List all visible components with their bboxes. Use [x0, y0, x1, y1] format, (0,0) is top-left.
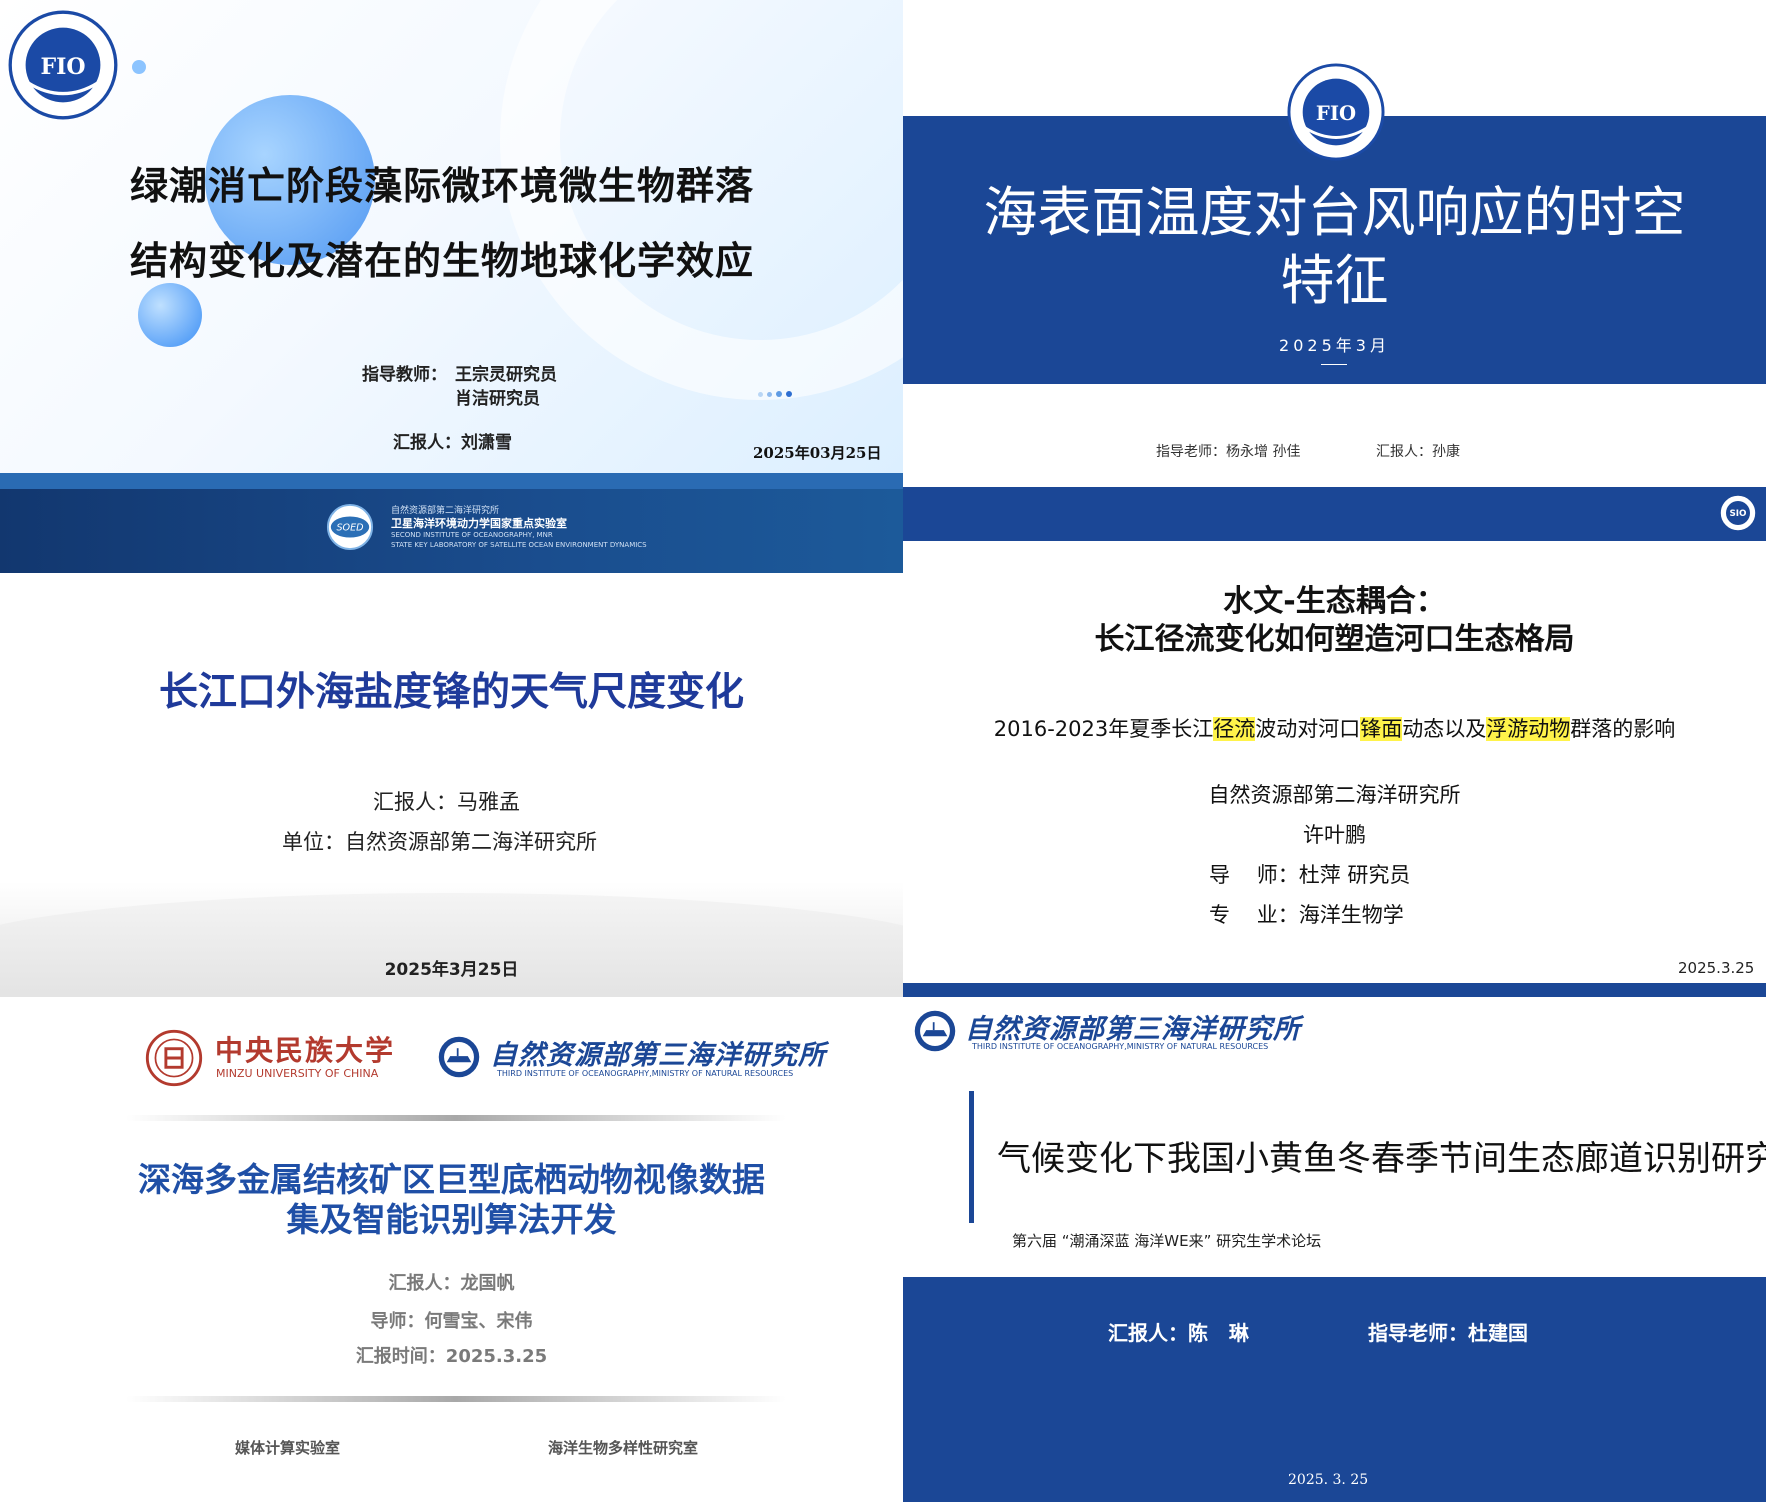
slide5-reporter: 汇报人：龙国帆 [388, 1273, 515, 1294]
slide3-reporter: 汇报人：马雅孟 [373, 790, 520, 814]
tio-name-cn: 自然资源部第三海洋研究所 [965, 1014, 1301, 1045]
slide4-major: 专 业：海洋生物学 [1209, 903, 1404, 927]
footer-band [903, 983, 1766, 997]
header-band [903, 487, 1766, 541]
subtitle-part-b: 波动对河口 [1255, 717, 1361, 741]
slide2-title-line2: 特征 [1280, 249, 1389, 312]
footer-band [903, 1277, 1766, 1502]
slide1-title-line1: 绿潮消亡阶段藻际微环境微生物群落 [130, 164, 755, 208]
slide-green-tide: FIO 绿潮消亡阶段藻际微环境微生物群落 结构变化及潜在的生物地球化学效应 指导… [0, 0, 903, 473]
lab-line2: 卫星海洋环境动力学国家重点实验室 [391, 517, 567, 530]
slide5-title-line2: 集及智能识别算法开发 [286, 1200, 617, 1239]
slide-sst-typhoon: FIO 海表面温度对台风响应的时空 特征 2025年3月 指导老师：杨永增 孙佳… [903, 0, 1766, 473]
minzu-name-en: MINZU UNIVERSITY OF CHINA [216, 1067, 379, 1080]
slide3-date: 2025年3月25日 [384, 960, 519, 980]
divider-bottom [126, 1396, 786, 1402]
tio-logo [913, 1009, 957, 1053]
slide2-reporter: 汇报人：孙康 [1376, 444, 1460, 460]
subtitle-part-a: 2016-2023年夏季长江 [993, 717, 1214, 741]
lab-line4: STATE KEY LABORATORY OF SATELLITE OCEAN … [391, 541, 647, 549]
slide2-advisor: 指导老师：杨永增 孙佳 [1156, 444, 1301, 460]
slide-deep-sea: 中央民族大学 MINZU UNIVERSITY OF CHINA 自然资源部第三… [0, 997, 903, 1502]
slide3-title: 长江口外海盐度锋的天气尺度变化 [158, 670, 744, 715]
slide1-reporter: 汇报人：刘潇雪 [393, 433, 512, 453]
fio-logo: FIO [8, 10, 118, 120]
slide-hydro-eco: SIO 水文-生态耦合： 长江径流变化如何塑造河口生态格局 2016-2023年… [903, 473, 1766, 997]
lab-line3: SECOND INSTITUTE OF OCEANOGRAPHY, MNR [391, 531, 553, 539]
tio-name-cn: 自然资源部第三海洋研究所 [490, 1040, 826, 1071]
slide-salinity-front: SOED 自然资源部第二海洋研究所 卫星海洋环境动力学国家重点实验室 SECON… [0, 473, 903, 997]
decor-wave [0, 893, 903, 997]
slide4-name: 许叶鹏 [1303, 823, 1366, 847]
slide1-date: 2025年03月25日 [753, 444, 882, 462]
fio-logo-text: FIO [40, 54, 85, 80]
slide2-date: 2025年3月 [1279, 336, 1390, 355]
decor-dots [758, 382, 792, 401]
slide5-lab2: 海洋生物多样性研究室 [548, 1439, 699, 1457]
soed-logo: SOED [326, 503, 374, 551]
slide6-reporter: 汇报人：陈 琳 [1108, 1321, 1249, 1345]
slide4-advisor: 导 师：杜萍 研究员 [1209, 863, 1411, 887]
slide-yellow-croaker: 自然资源部第三海洋研究所 THIRD INSTITUTE OF OCEANOGR… [903, 997, 1766, 1502]
tio-logo [437, 1035, 481, 1079]
slide1-advisor-label: 指导教师： [362, 365, 447, 385]
slide6-date: 2025. 3. 25 [1288, 1472, 1369, 1488]
slide4-institute: 自然资源部第二海洋研究所 [1208, 783, 1461, 807]
slide1-advisor1: 王宗灵研究员 [455, 365, 557, 385]
tio-name-en: THIRD INSTITUTE OF OCEANOGRAPHY,MINISTRY… [972, 1042, 1269, 1051]
fio-logo: FIO [1287, 63, 1385, 161]
slide6-forum: 第六届 “潮涌深蓝 海洋WE来” 研究生学术论坛 [1012, 1232, 1322, 1250]
slide5-lab1: 媒体计算实验室 [235, 1439, 341, 1457]
slide5-advisor: 导师：何雪宝、宋伟 [370, 1311, 533, 1332]
slide4-date: 2025.3.25 [1678, 959, 1755, 977]
title-accent-bar [969, 1091, 974, 1223]
decor-bubble-small [138, 283, 202, 347]
slide4-subtitle: 2016-2023年夏季长江径流波动对河口锋面动态以及浮游动物群落的影响 [903, 713, 1766, 743]
fio-logo-text: FIO [1316, 102, 1356, 125]
divider-top [126, 1115, 786, 1121]
slide1-advisor2: 肖洁研究员 [455, 389, 540, 409]
highlight-zooplankton: 浮游动物 [1486, 717, 1571, 741]
slide3-unit: 单位：自然资源部第二海洋研究所 [282, 830, 597, 854]
slide6-advisor: 指导老师：杜建国 [1368, 1321, 1528, 1345]
minzu-name-cn: 中央民族大学 [215, 1034, 396, 1067]
slide1-title-line2: 结构变化及潜在的生物地球化学效应 [130, 239, 755, 283]
subtitle-part-c: 动态以及 [1402, 717, 1487, 741]
divider [1321, 364, 1347, 365]
sio-logo: SIO [1718, 493, 1758, 533]
slide5-time: 汇报时间：2025.3.25 [355, 1346, 548, 1367]
header-stripe [0, 473, 903, 489]
svg-text:SIO: SIO [1729, 509, 1747, 519]
svg-text:SOED: SOED [336, 522, 363, 533]
highlight-runoff: 径流 [1213, 717, 1256, 741]
tio-name-en: THIRD INSTITUTE OF OCEANOGRAPHY,MINISTRY… [497, 1069, 794, 1078]
minzu-seal-logo [145, 1029, 203, 1087]
subtitle-part-d: 群落的影响 [1570, 717, 1676, 741]
highlight-front: 锋面 [1360, 717, 1403, 741]
decor-bubble-tiny [132, 60, 146, 74]
slide6-title: 气候变化下我国小黄鱼冬春季节间生态廊道识别研究 [997, 1139, 1766, 1179]
slide4-title-line2: 长江径流变化如何塑造河口生态格局 [1094, 622, 1575, 657]
